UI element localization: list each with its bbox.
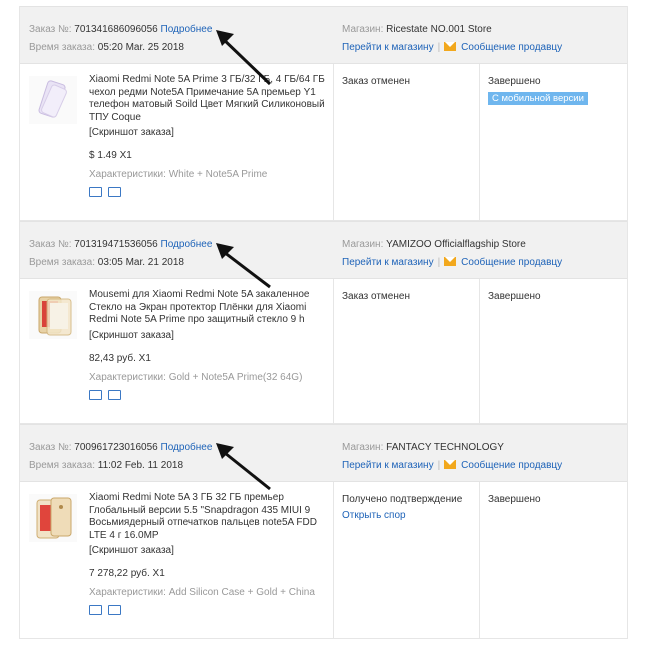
order-state: Завершено: [488, 494, 541, 505]
specs-value: Gold + Note5A Prime(32 64G): [168, 371, 303, 383]
go-to-store-link[interactable]: Перейти к магазину: [342, 257, 434, 268]
product-specs: Характеристики: White + Note5A Prime: [89, 169, 329, 180]
store-name: FANTACY TECHNOLOGY: [386, 442, 504, 453]
order-time-label: Время заказа:: [29, 257, 95, 268]
order-status-column: Заказ отменен: [333, 279, 479, 423]
order-status-column: Заказ отменен: [333, 64, 479, 220]
mail-icon: [444, 42, 457, 51]
order-state: Завершено: [488, 291, 541, 302]
order-header: Заказ №: 701319471536056 Подробнее Время…: [20, 221, 627, 279]
action-icons: [89, 389, 329, 400]
specs-label: Характеристики:: [89, 169, 166, 180]
order-state-column: Завершено: [479, 482, 628, 638]
order-number-label: Заказ №:: [29, 442, 72, 453]
go-to-store-link[interactable]: Перейти к магазину: [342, 460, 434, 471]
product-specs: Характеристики: Add Silicon Case + Gold …: [89, 587, 329, 598]
order-body: Xiaomi Redmi Note 5A Prime 3 ГБ/32 ГБ, 4…: [20, 64, 627, 221]
order-screenshot-link[interactable]: [Скриншот заказа]: [89, 545, 329, 556]
product-title[interactable]: Xiaomi Redmi Note 5A Prime 3 ГБ/32 ГБ, 4…: [89, 74, 329, 124]
specs-label: Характеристики:: [89, 371, 166, 383]
message-seller-link[interactable]: Сообщение продавцу: [461, 42, 562, 53]
receipt-icon[interactable]: [108, 605, 121, 615]
order-number-label: Заказ №:: [29, 24, 72, 35]
order-details-link[interactable]: Подробнее: [161, 239, 213, 250]
shipping-icon[interactable]: [89, 389, 102, 400]
order-time: 05:20 Mar. 25 2018: [97, 42, 184, 53]
order-number: 700961723016056: [74, 442, 158, 453]
open-dispute-link[interactable]: Открыть спор: [342, 510, 406, 521]
order-status-column: Получено подтверждение Открыть спор: [333, 482, 479, 638]
product-thumbnail[interactable]: [29, 291, 77, 339]
order-body: Mousemi для Xiaomi Redmi Note 5A закален…: [20, 279, 627, 424]
mobile-version-badge: С мобильной версии: [488, 92, 588, 105]
order-number: 701319471536056: [74, 239, 158, 250]
specs-value: Add Silicon Case + Gold + China: [168, 587, 315, 598]
receipt-icon[interactable]: [108, 187, 121, 197]
receipt-icon[interactable]: [108, 389, 121, 400]
action-icons: [89, 187, 329, 197]
store-label: Магазин:: [342, 24, 384, 35]
order-body: Xiaomi Redmi Note 5A 3 ГБ 32 ГБ премьер …: [20, 482, 627, 639]
order-header: Заказ №: 700961723016056 Подробнее Время…: [20, 424, 627, 482]
product-thumbnail[interactable]: [29, 76, 77, 124]
order-card: Заказ №: 701319471536056 Подробнее Время…: [20, 221, 627, 424]
store-name: YAMIZOO Officialflagship Store: [386, 239, 526, 250]
order-time-label: Время заказа:: [29, 460, 95, 471]
order-time: 03:05 Mar. 21 2018: [97, 257, 184, 268]
divider: |: [437, 257, 441, 268]
order-status: Заказ отменен: [342, 291, 410, 302]
order-status: Получено подтверждение: [342, 494, 463, 505]
order-meta: Заказ №: 701319471536056 Подробнее Время…: [29, 236, 212, 272]
order-screenshot-link[interactable]: [Скриншот заказа]: [89, 330, 329, 341]
product-price: 82,43 руб. X1: [89, 352, 151, 364]
product-info: Xiaomi Redmi Note 5A Prime 3 ГБ/32 ГБ, 4…: [89, 74, 329, 197]
mail-icon: [444, 257, 457, 266]
mail-icon: [444, 460, 457, 469]
specs-value: White + Note5A Prime: [168, 169, 268, 180]
order-state-column: Завершено С мобильной версии: [479, 64, 628, 220]
product-info: Mousemi для Xiaomi Redmi Note 5A закален…: [89, 289, 329, 400]
orders-list: Заказ №: 701341686096056 Подробнее Время…: [19, 6, 628, 639]
product-specs: Характеристики: Gold + Note5A Prime(32 6…: [89, 372, 329, 383]
order-header: Заказ №: 701341686096056 Подробнее Время…: [20, 6, 627, 64]
store-info: Магазин: YAMIZOO Officialflagship Store …: [342, 236, 562, 272]
order-screenshot-link[interactable]: [Скриншот заказа]: [89, 127, 329, 138]
order-meta: Заказ №: 700961723016056 Подробнее Время…: [29, 439, 212, 475]
divider: |: [437, 42, 441, 53]
order-meta: Заказ №: 701341686096056 Подробнее Время…: [29, 21, 212, 57]
order-state-column: Завершено: [479, 279, 628, 423]
shipping-icon[interactable]: [89, 605, 102, 615]
store-label: Магазин:: [342, 442, 384, 453]
order-details-link[interactable]: Подробнее: [161, 442, 213, 453]
order-card: Заказ №: 701341686096056 Подробнее Время…: [20, 6, 627, 221]
store-info: Магазин: Ricestate NO.001 Store Перейти …: [342, 21, 562, 57]
order-state: Завершено: [488, 76, 541, 87]
action-icons: [89, 605, 329, 615]
order-number-label: Заказ №:: [29, 239, 72, 250]
product-price: $ 1.49 X1: [89, 150, 132, 161]
divider: |: [437, 460, 441, 471]
product-price: 7 278,22 руб. X1: [89, 568, 165, 579]
store-info: Магазин: FANTACY TECHNOLOGY Перейти к ма…: [342, 439, 562, 475]
product-thumbnail[interactable]: [29, 494, 77, 542]
product-title[interactable]: Mousemi для Xiaomi Redmi Note 5A закален…: [89, 289, 329, 327]
order-number: 701341686096056: [74, 24, 158, 35]
message-seller-link[interactable]: Сообщение продавцу: [461, 257, 562, 268]
order-time-label: Время заказа:: [29, 42, 95, 53]
go-to-store-link[interactable]: Перейти к магазину: [342, 42, 434, 53]
order-card: Заказ №: 700961723016056 Подробнее Время…: [20, 424, 627, 639]
order-details-link[interactable]: Подробнее: [161, 24, 213, 35]
order-status: Заказ отменен: [342, 76, 410, 87]
product-info: Xiaomi Redmi Note 5A 3 ГБ 32 ГБ премьер …: [89, 492, 329, 615]
shipping-icon[interactable]: [89, 187, 102, 197]
message-seller-link[interactable]: Сообщение продавцу: [461, 460, 562, 471]
store-label: Магазин:: [342, 239, 384, 250]
product-title[interactable]: Xiaomi Redmi Note 5A 3 ГБ 32 ГБ премьер …: [89, 492, 329, 542]
specs-label: Характеристики:: [89, 587, 166, 598]
store-name: Ricestate NO.001 Store: [386, 24, 492, 35]
order-time: 11:02 Feb. 11 2018: [97, 460, 184, 471]
